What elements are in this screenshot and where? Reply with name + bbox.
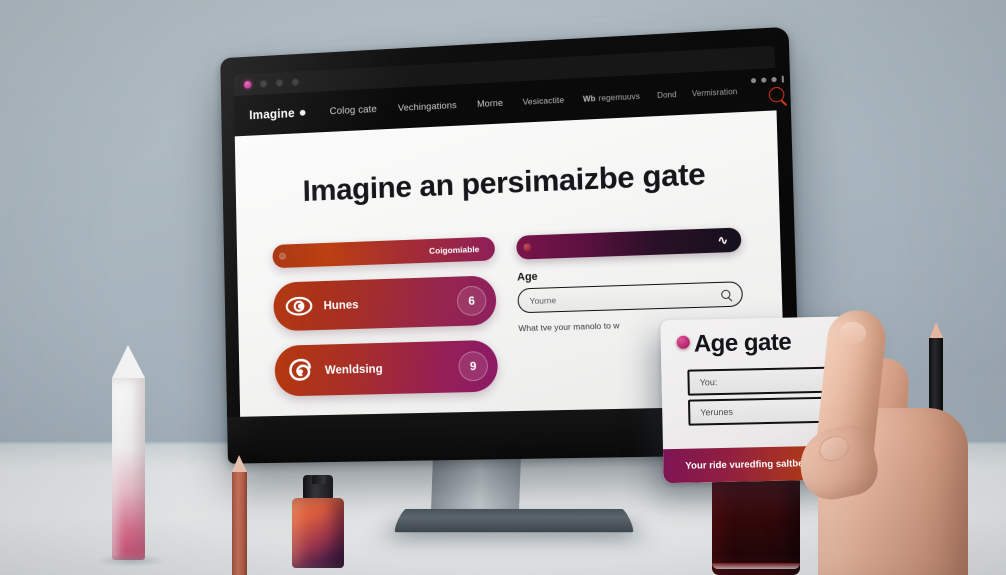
chrome-dot-maximize[interactable] [275,78,284,88]
age-field-label: Age [517,270,538,284]
chrome-dot-extra[interactable] [291,78,300,87]
list-item-wenldsing[interactable]: Wenldsing 9 [274,339,499,397]
white-pink-pencil [96,345,166,567]
list-item-wenldsing-badge: 9 [458,350,489,382]
nav-link-morne[interactable]: Morne [477,98,503,109]
card-title: Age gate [693,328,792,358]
list-item-hunes-label: Hunes [323,297,359,313]
glass-liquid [712,478,800,575]
slim-gradient-pill[interactable]: Coigomiable [272,236,496,269]
thumbnail [815,431,853,466]
brand-logo[interactable]: Imagine [249,106,306,123]
glass-rim [712,563,800,569]
index-fingernail [838,320,868,346]
nav-mini-dot-2 [761,77,767,83]
glass-of-dark-drink [712,478,842,575]
nav-link-vesicactite[interactable]: Vesicactite [523,95,565,107]
dropper-bottle [292,475,344,575]
pencil-body [232,472,247,575]
brand-label: Imagine [249,106,295,123]
nav-link-regemuuvs[interactable]: Wb regemuuvs [583,91,640,103]
nav-mini-dot-1 [751,77,757,84]
list-item-hunes[interactable]: Hunes 6 [273,275,497,332]
nav-link-vechingations[interactable]: Vechingations [398,100,457,114]
chrome-dot-minimize[interactable] [259,79,268,88]
nav-mini-dot-3 [771,76,777,83]
bottle-cap [303,475,333,499]
bottle-body [292,498,344,568]
status-dot-icon [676,335,690,349]
pencil-tip [232,455,247,472]
nav-mini-bar [781,75,785,83]
slider-handle[interactable] [279,252,286,260]
chevron-down-icon: ∿ [717,232,729,248]
spiral-icon [286,356,315,386]
monitor-base [392,508,636,533]
page-title: Imagine an persimaizbe gate [302,156,706,208]
dropdown-pill[interactable]: ∿ [516,227,742,260]
left-column: Coigomiable Hunes 6 Wenldsing 9 [272,235,499,416]
nav-badge-wb: Wb [582,93,596,104]
scene: Imagine Colog cate Vechingations Morne V… [0,0,1006,575]
hand-holding-card [790,300,1006,575]
dropdown-handle[interactable] [523,243,532,252]
pencil-tip [112,345,145,378]
nav-link-dond[interactable]: Dond [657,90,677,100]
age-input-value: Yourne [529,294,557,306]
navbar-right [751,75,785,104]
nav-link-colog-cate[interactable]: Colog cate [330,104,377,117]
nav-link-vermisration[interactable]: Vermisration [692,87,738,98]
eye-icon [285,291,314,321]
red-pencil [232,455,247,575]
chrome-dot-close[interactable] [243,80,252,89]
list-item-hunes-badge: 6 [456,285,487,317]
pencil-shadow [96,554,166,567]
pencil-body [112,378,145,560]
monitor-neck [430,452,522,514]
search-icon[interactable] [768,86,785,103]
slim-pill-label: Coigomiable [429,244,480,256]
nav-link-regemuuvs-label: regemuuvs [598,91,641,103]
nav-mini-dots [751,75,785,85]
search-icon[interactable] [721,289,731,300]
list-item-wenldsing-label: Wenldsing [324,361,383,377]
nav-links: Colog cate Vechingations Morne Vesicacti… [305,86,738,118]
age-input[interactable]: Yourne [517,281,744,314]
